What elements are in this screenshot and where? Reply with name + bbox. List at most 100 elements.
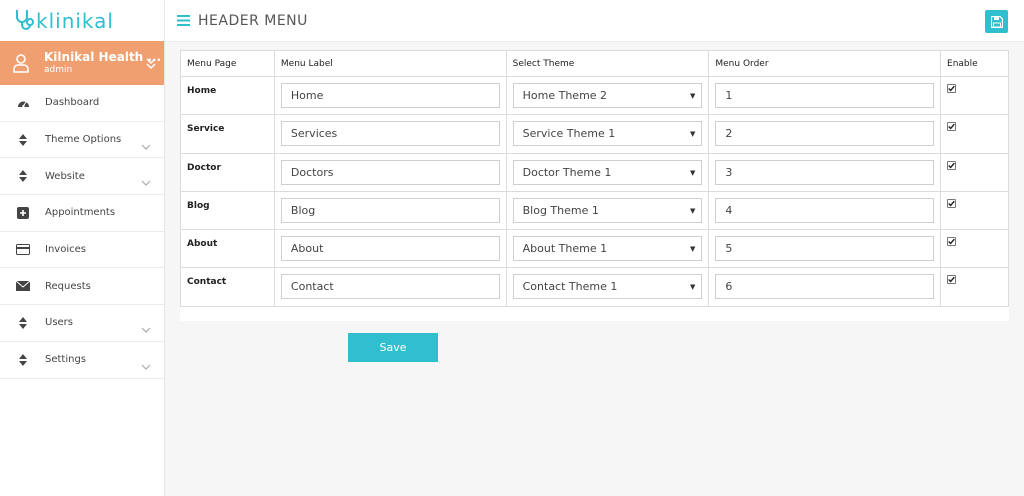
sidebar-item-label: Website xyxy=(45,170,85,182)
menu-page-name: Contact xyxy=(180,267,275,307)
menu-page-name: Home xyxy=(180,75,275,116)
select-value: Service Theme 1 xyxy=(522,127,616,141)
input-value: About xyxy=(290,242,324,256)
input-value: 3 xyxy=(725,165,733,179)
caret-down-icon: ▼ xyxy=(689,168,696,177)
menu-order-input[interactable]: 1 xyxy=(715,83,935,108)
plus-square-icon xyxy=(16,206,30,220)
menu-page-name: Blog xyxy=(180,190,275,231)
theme-select[interactable]: Blog Theme 1 ▼ xyxy=(512,197,703,223)
select-value: Doctor Theme 1 xyxy=(522,165,612,179)
menu-label-input[interactable]: Contact xyxy=(280,274,500,300)
sidebar-item-settings[interactable]: Settings xyxy=(0,342,164,379)
enable-checkbox[interactable] xyxy=(947,275,957,285)
menu-label-input[interactable]: Home xyxy=(280,83,500,108)
menu-label-input[interactable]: About xyxy=(280,236,500,262)
sidebar-item-label: Users xyxy=(45,317,74,329)
caret-down-icon: ▼ xyxy=(689,92,696,100)
checkmark-icon xyxy=(948,123,955,130)
input-value: Doctors xyxy=(290,165,334,179)
header-menu-table: Menu Page Menu Label Select Theme Menu O… xyxy=(180,50,1009,307)
input-value: Blog xyxy=(290,203,316,217)
theme-select[interactable]: Doctor Theme 1 ▼ xyxy=(512,159,703,185)
menu-page-name: About xyxy=(180,229,275,269)
input-value: 5 xyxy=(725,242,733,256)
menu-order-input[interactable]: 4 xyxy=(715,197,935,223)
input-value: 1 xyxy=(725,89,733,102)
menu-label-input[interactable]: Doctors xyxy=(280,159,500,185)
sort-icon xyxy=(16,353,30,367)
theme-select[interactable]: Contact Theme 1 ▼ xyxy=(512,274,703,300)
column-header-menu-label: Menu Label xyxy=(273,50,507,77)
user-panel[interactable]: Kilnikal Health ... admin xyxy=(0,41,164,85)
sidebar-item-label: Theme Options xyxy=(45,134,122,146)
sidebar-item-label: Settings xyxy=(45,354,87,366)
input-value: Services xyxy=(290,127,338,141)
sidebar-item-theme-options[interactable]: Theme Options xyxy=(0,122,164,159)
select-value: Home Theme 2 xyxy=(522,89,608,102)
user-name: Kilnikal Health ... xyxy=(44,49,162,64)
sidebar-item-website[interactable]: Website xyxy=(0,158,164,196)
column-header-enable: Enable xyxy=(940,50,1009,77)
user-icon xyxy=(12,52,30,74)
header-menu-panel: Menu Page Menu Label Select Theme Menu O… xyxy=(180,50,1009,321)
table-row: Contact Contact Contact Theme 1 ▼ 6 xyxy=(180,267,1009,307)
table-row: Service Services Service Theme 1 ▼ 2 xyxy=(180,114,1009,154)
checkmark-icon xyxy=(948,85,955,92)
column-header-select-theme: Select Theme xyxy=(505,50,710,77)
save-button[interactable]: Save xyxy=(348,333,438,362)
theme-select[interactable]: About Theme 1 ▼ xyxy=(512,236,703,262)
checkmark-icon xyxy=(948,200,955,207)
sidebar-item-label: Invoices xyxy=(45,244,86,256)
theme-select[interactable]: Home Theme 2 ▼ xyxy=(512,83,703,108)
column-header-menu-page: Menu Page xyxy=(180,50,275,77)
checkmark-icon xyxy=(948,277,955,284)
enable-checkbox[interactable] xyxy=(947,198,957,208)
input-value: Contact xyxy=(290,280,334,294)
checkmark-icon xyxy=(948,162,955,169)
credit-card-icon xyxy=(16,243,30,257)
hamburger-menu-icon[interactable] xyxy=(177,15,190,26)
enable-checkbox[interactable] xyxy=(947,84,957,93)
logo-text: klinikal xyxy=(36,8,114,33)
sidebar-item-appointments[interactable]: Appointments xyxy=(0,195,164,232)
caret-down-icon: ▼ xyxy=(689,245,696,254)
floppy-disk-icon xyxy=(990,15,1003,28)
sort-icon xyxy=(16,169,30,183)
stethoscope-icon xyxy=(14,8,34,34)
logo[interactable]: klinikal xyxy=(0,0,164,41)
user-role: admin xyxy=(44,64,73,75)
input-value: 4 xyxy=(725,203,733,217)
sidebar-item-label: Dashboard xyxy=(45,97,100,109)
theme-select[interactable]: Service Theme 1 ▼ xyxy=(512,121,703,147)
menu-order-input[interactable]: 6 xyxy=(715,274,935,300)
double-chevron-down-icon[interactable] xyxy=(146,55,156,74)
sidebar-nav: Dashboard Theme Options Website Appointm… xyxy=(0,85,164,379)
menu-label-input[interactable]: Blog xyxy=(280,197,500,223)
sidebar-item-users[interactable]: Users xyxy=(0,305,164,342)
menu-order-input[interactable]: 3 xyxy=(715,159,935,185)
menu-page-name: Service xyxy=(180,114,275,154)
chevron-down-icon xyxy=(141,355,151,374)
menu-label-input[interactable]: Services xyxy=(280,121,500,147)
input-value: 6 xyxy=(725,280,733,294)
table-row: About About About Theme 1 ▼ 5 xyxy=(180,229,1009,269)
select-value: About Theme 1 xyxy=(522,242,608,256)
envelope-icon xyxy=(16,279,30,293)
save-icon-button[interactable] xyxy=(985,10,1008,33)
checkmark-icon xyxy=(948,238,955,245)
menu-order-input[interactable]: 5 xyxy=(715,236,935,262)
sidebar-item-label: Requests xyxy=(45,280,91,292)
sidebar-item-requests[interactable]: Requests xyxy=(0,268,164,306)
dashboard-icon xyxy=(16,96,30,110)
select-value: Blog Theme 1 xyxy=(522,203,599,217)
sort-icon xyxy=(16,316,30,330)
enable-checkbox[interactable] xyxy=(947,237,957,247)
enable-checkbox[interactable] xyxy=(947,160,957,170)
sidebar-item-invoices[interactable]: Invoices xyxy=(0,232,164,269)
enable-checkbox[interactable] xyxy=(947,122,957,132)
sidebar-item-dashboard[interactable]: Dashboard xyxy=(0,85,164,122)
column-header-menu-order: Menu Order xyxy=(708,50,942,77)
menu-order-input[interactable]: 2 xyxy=(715,121,935,147)
caret-down-icon: ▼ xyxy=(689,283,696,292)
